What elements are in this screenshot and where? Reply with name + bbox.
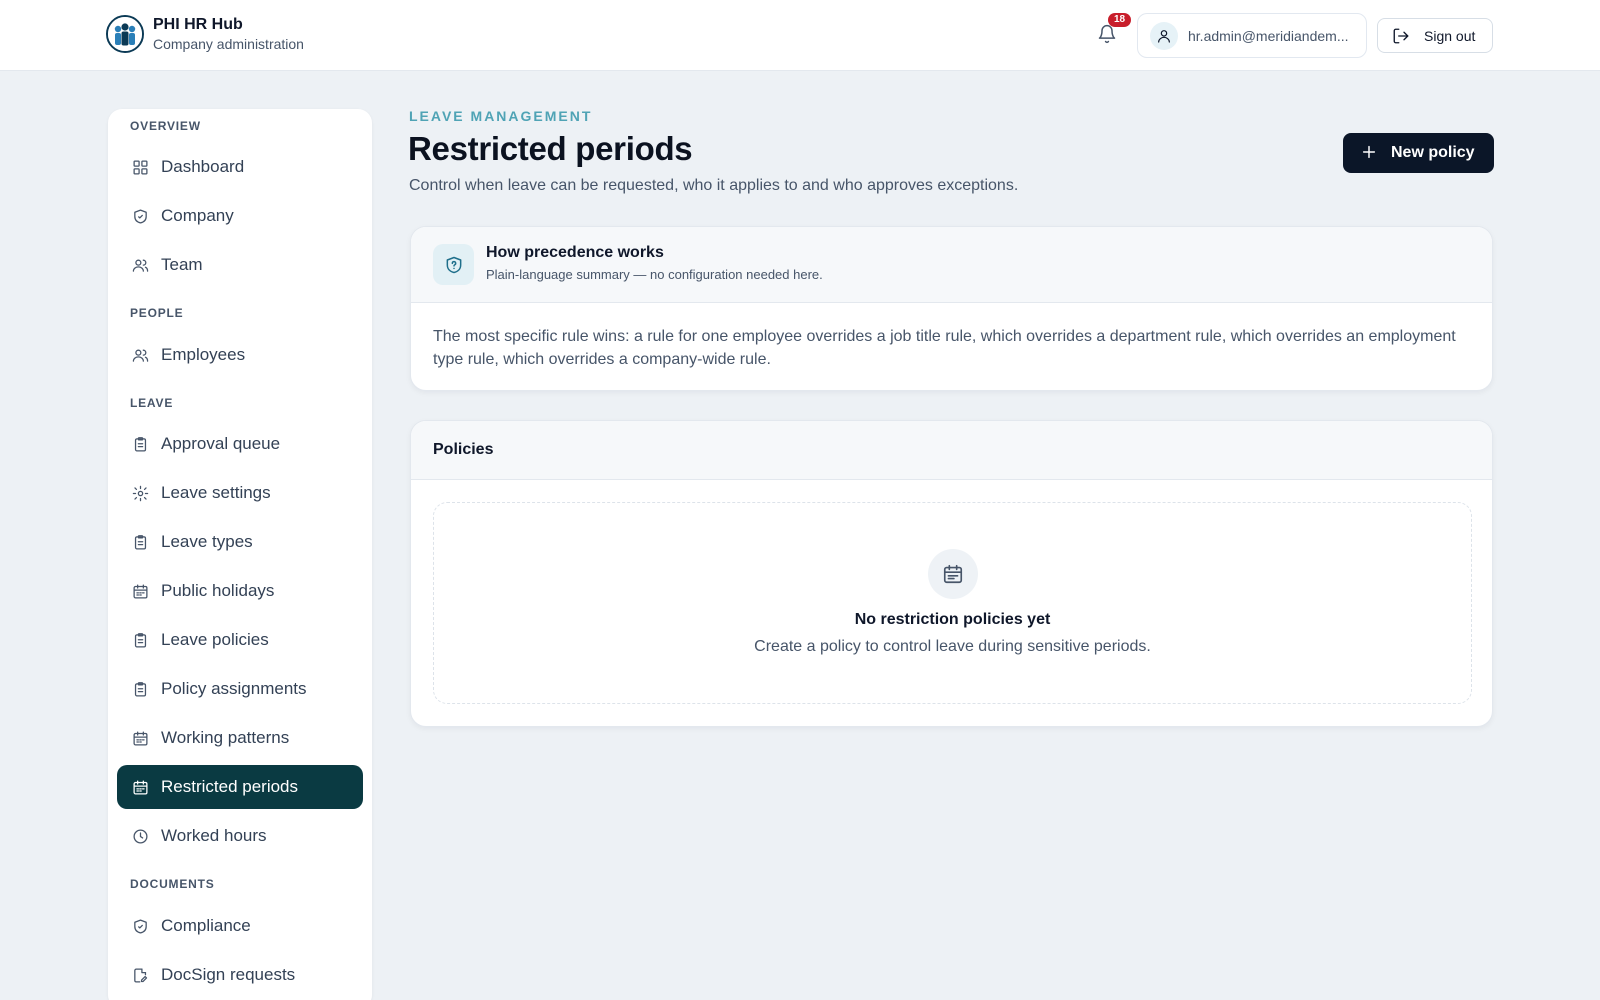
shield-question-icon <box>433 244 474 285</box>
sidebar-item-approval-queue[interactable]: Approval queue <box>117 422 363 466</box>
sidebar-item-company[interactable]: Company <box>117 194 363 238</box>
precedence-card: How precedence works Plain-language summ… <box>410 226 1493 391</box>
gear-icon <box>131 484 149 502</box>
precedence-body: The most specific rule wins: a rule for … <box>433 328 1456 368</box>
clipboard-icon <box>131 533 149 551</box>
dashboard-icon <box>131 158 149 176</box>
policies-card: Policies No restriction policies yet Cre… <box>410 420 1493 727</box>
sidebar-item-label: Leave settings <box>161 483 271 502</box>
users-icon <box>131 346 149 364</box>
sidebar-item-policy-assignments[interactable]: Policy assignments <box>117 667 363 711</box>
sidebar-item-restricted-periods[interactable]: Restricted periods <box>117 765 363 809</box>
sidebar-item-leave-settings[interactable]: Leave settings <box>117 471 363 515</box>
company-logo-icon <box>106 15 144 53</box>
sidebar: OVERVIEW Dashboard Company Team PEOPLE E… <box>108 109 372 1000</box>
sidebar-item-label: Approval queue <box>161 434 281 453</box>
page-description: Control when leave can be requested, who… <box>409 177 1019 194</box>
sidebar-item-label: Compliance <box>161 916 251 935</box>
sign-out-button[interactable]: Sign out <box>1377 18 1493 53</box>
shield-icon <box>131 207 149 225</box>
app-subtitle: Company administration <box>153 36 304 52</box>
clock-icon <box>131 827 149 845</box>
sidebar-item-dashboard[interactable]: Dashboard <box>117 145 363 189</box>
sidebar-item-team[interactable]: Team <box>117 243 363 287</box>
sidebar-item-label: Public holidays <box>161 581 275 600</box>
sidebar-item-label: Leave types <box>161 532 253 551</box>
sidebar-item-leave-policies[interactable]: Leave policies <box>117 618 363 662</box>
sidebar-item-employees[interactable]: Employees <box>117 333 363 377</box>
shield-icon <box>131 917 149 935</box>
sidebar-item-label: Company <box>161 206 234 225</box>
new-policy-button[interactable]: New policy <box>1343 133 1494 173</box>
clipboard-icon <box>131 435 149 453</box>
sidebar-item-label: Team <box>161 255 203 274</box>
sidebar-item-label: Dashboard <box>161 157 245 176</box>
section-documents: DOCUMENTS <box>130 877 215 891</box>
notifications-bell-icon[interactable] <box>1097 24 1119 46</box>
empty-state: No restriction policies yet Create a pol… <box>433 502 1472 704</box>
clipboard-icon <box>131 631 149 649</box>
sidebar-item-label: Worked hours <box>161 826 267 845</box>
sidebar-item-label: Leave policies <box>161 630 269 649</box>
notification-count-badge: 18 <box>1108 13 1131 27</box>
sidebar-item-docsign-requests[interactable]: DocSign requests <box>117 953 363 997</box>
sign-out-icon <box>1393 28 1409 43</box>
sidebar-item-compliance[interactable]: Compliance <box>117 904 363 948</box>
page-title: Restricted periods <box>408 130 693 167</box>
new-policy-label: New policy <box>1391 144 1475 161</box>
top-bar: PHI HR Hub Company administration 18 hr.… <box>0 0 1600 71</box>
sidebar-item-working-patterns[interactable]: Working patterns <box>117 716 363 760</box>
section-overview: OVERVIEW <box>130 119 201 133</box>
calendar-icon <box>928 549 978 599</box>
sidebar-item-label: DocSign requests <box>161 965 296 984</box>
empty-state-subtitle: Create a policy to control leave during … <box>754 638 1151 655</box>
sidebar-item-leave-types[interactable]: Leave types <box>117 520 363 564</box>
app-title: PHI HR Hub <box>153 16 243 33</box>
users-icon <box>131 256 149 274</box>
empty-state-title: No restriction policies yet <box>854 611 1051 628</box>
policies-title: Policies <box>433 441 494 458</box>
section-people: PEOPLE <box>130 306 184 320</box>
user-icon <box>1150 21 1178 50</box>
sidebar-item-public-holidays[interactable]: Public holidays <box>117 569 363 613</box>
calendar-icon <box>131 778 149 796</box>
precedence-subtitle: Plain-language summary — no configuratio… <box>486 267 823 282</box>
calendar-icon <box>131 582 149 600</box>
plus-icon <box>1361 143 1377 163</box>
sign-out-label: Sign out <box>1424 27 1476 44</box>
sidebar-item-label: Restricted periods <box>161 777 299 796</box>
section-leave: LEAVE <box>130 396 174 410</box>
clipboard-icon <box>131 680 149 698</box>
user-email: hr.admin@meridiandem... <box>1188 27 1349 44</box>
sidebar-item-label: Employees <box>161 345 246 364</box>
sidebar-item-label: Working patterns <box>161 728 290 747</box>
brand[interactable]: PHI HR Hub Company administration <box>106 15 304 53</box>
user-menu[interactable]: hr.admin@meridiandem... <box>1137 13 1367 58</box>
document-edit-icon <box>131 966 149 984</box>
sidebar-item-worked-hours[interactable]: Worked hours <box>117 814 363 858</box>
page-eyebrow: LEAVE MANAGEMENT <box>409 108 593 124</box>
sidebar-item-label: Policy assignments <box>161 679 307 698</box>
calendar-icon <box>131 729 149 747</box>
precedence-title: How precedence works <box>486 244 664 261</box>
